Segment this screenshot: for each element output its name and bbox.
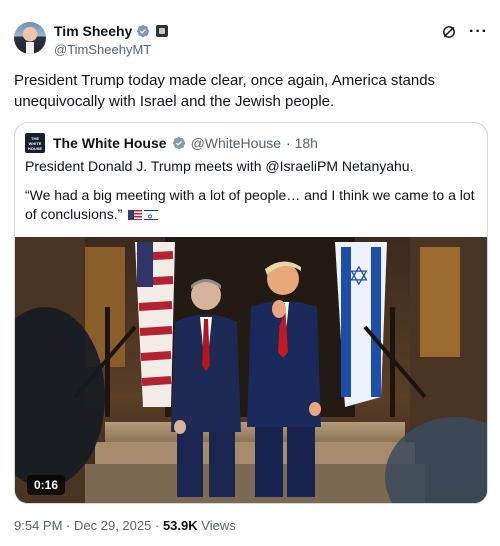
svg-text:✡: ✡ <box>348 262 370 292</box>
author-display-name[interactable]: Tim Sheehy <box>54 23 132 39</box>
verified-badge-icon <box>137 24 150 38</box>
israel-flag-icon <box>144 208 159 227</box>
quoted-time[interactable]: · 18h <box>286 135 318 151</box>
quoted-tweet[interactable]: THE WHITE HOUSE The White House @WhiteHo… <box>14 122 488 504</box>
views-label: Views <box>201 518 236 533</box>
tweet-time[interactable]: 9:54 PM <box>14 518 62 533</box>
verified-badge-icon <box>172 136 185 150</box>
video-duration: 0:16 <box>27 475 66 495</box>
grok-icon[interactable] <box>441 24 457 40</box>
quoted-display-name[interactable]: The White House <box>53 135 167 151</box>
tweet-footer: 9:54 PM · Dec 29, 2025 · 53.9K Views <box>14 518 236 533</box>
author-handle[interactable]: @TimSheehyMT <box>54 42 168 57</box>
more-options-icon[interactable]: ··· <box>469 24 488 40</box>
government-badge-icon <box>156 25 169 37</box>
author-avatar[interactable] <box>14 22 46 54</box>
quoted-text-line2: “We had a big meeting with a lot of peop… <box>25 186 477 227</box>
footer-separator: · <box>66 518 71 533</box>
quoted-text-line1: President Donald J. Trump meets with @Is… <box>25 158 414 174</box>
quoted-text: President Donald J. Trump meets with @Is… <box>25 157 477 234</box>
white-house-logo: THE WHITE HOUSE <box>25 133 45 153</box>
footer-separator: · <box>154 518 160 533</box>
video-frame: ✡ <box>15 237 487 503</box>
video-player[interactable]: ✡ 0:16 <box>15 237 487 503</box>
author-names: Tim Sheehy @TimSheehyMT <box>54 22 169 57</box>
tweet-date[interactable]: Dec 29, 2025 <box>74 518 151 533</box>
quoted-header: THE WHITE HOUSE The White House @WhiteHo… <box>25 133 318 153</box>
top-actions: ··· <box>441 24 488 40</box>
us-flag-icon <box>128 210 143 221</box>
tweet-header: Tim Sheehy @TimSheehyMT ··· <box>14 22 488 62</box>
quoted-handle[interactable]: @WhiteHouse <box>191 135 281 151</box>
views-count: 53.9K <box>162 518 198 533</box>
tweet-text: President Trump today made clear, once a… <box>14 72 436 110</box>
